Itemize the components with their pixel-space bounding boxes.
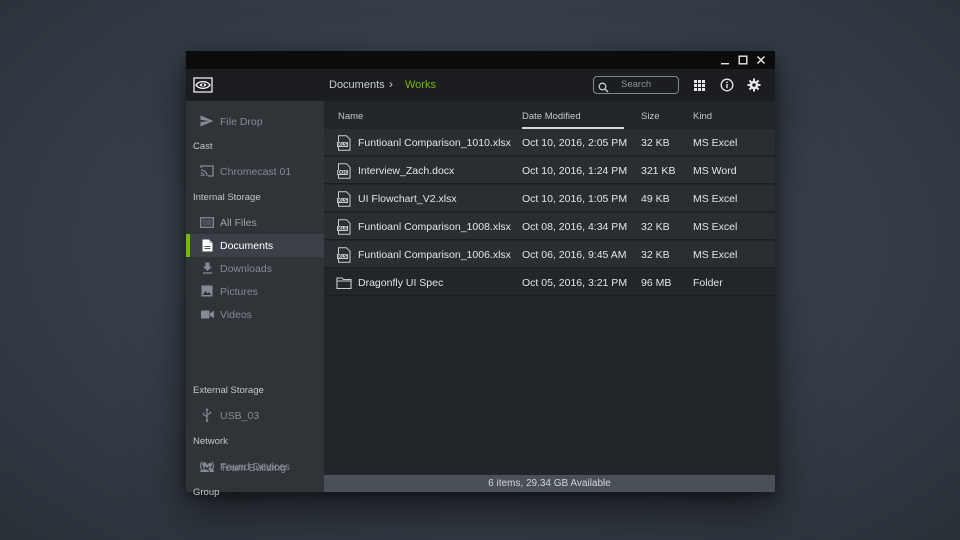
xls-file-icon: XLS xyxy=(336,247,352,263)
svg-text:DOC: DOC xyxy=(337,170,347,176)
file-name: Interview_Zach.docx xyxy=(358,165,455,177)
title-bar xyxy=(186,51,775,69)
sidebar-item-label: Downloads xyxy=(220,262,272,275)
file-size: 96 MB xyxy=(641,277,672,289)
sidebar-item-documents[interactable]: Documents xyxy=(186,234,324,257)
folder-icon xyxy=(336,275,352,291)
file-name: Dragonfly UI Spec xyxy=(358,277,444,289)
table-row[interactable]: DOC Interview_Zach.docx Oct 10, 2016, 1:… xyxy=(324,157,775,184)
file-kind: MS Word xyxy=(693,165,737,177)
search-input[interactable]: Search xyxy=(593,76,679,94)
grid-view-icon[interactable] xyxy=(691,77,707,93)
file-date: Oct 08, 2016, 4:34 PM xyxy=(522,221,628,233)
column-header-kind[interactable]: Kind xyxy=(693,111,712,122)
sidebar-item-label: File Drop xyxy=(220,115,263,128)
tablet-icon xyxy=(200,215,214,229)
search-placeholder: Search xyxy=(621,79,652,90)
sidebar-item-team-building[interactable]: Team Building xyxy=(186,456,324,479)
table-row[interactable]: XLS Funtioanl Comparison_1008.xlsx Oct 0… xyxy=(324,213,775,240)
breadcrumb-documents[interactable]: Documents xyxy=(329,78,385,92)
xls-file-icon: XLS xyxy=(336,219,352,235)
doc-file-icon: DOC xyxy=(336,163,352,179)
file-date: Oct 10, 2016, 2:05 PM xyxy=(522,137,628,149)
usb-icon xyxy=(200,408,214,422)
sidebar-item-chromecast[interactable]: Chromecast 01 xyxy=(186,160,324,183)
svg-text:XLS: XLS xyxy=(338,142,347,148)
sidebar-item-file-drop[interactable]: File Drop xyxy=(186,110,324,133)
sidebar-item-label: Team Building xyxy=(220,461,286,474)
section-title-external-storage: External Storage xyxy=(193,385,264,396)
maximize-icon[interactable] xyxy=(736,53,750,67)
file-date: Oct 06, 2016, 9:45 AM xyxy=(522,249,627,261)
info-icon[interactable] xyxy=(719,77,735,93)
header-bar: Documents › Works Search xyxy=(186,69,775,101)
section-title-internal-storage: Internal Storage xyxy=(193,192,261,203)
chevron-right-icon: › xyxy=(389,77,393,91)
breadcrumb-works[interactable]: Works xyxy=(405,78,436,92)
sidebar-item-label: Videos xyxy=(220,308,252,321)
file-size: 32 KB xyxy=(641,221,670,233)
section-title-network: Network xyxy=(193,436,228,447)
file-size: 32 KB xyxy=(641,249,670,261)
file-kind: Folder xyxy=(693,277,723,289)
sidebar-item-label: USB_03 xyxy=(220,409,260,422)
nvidia-eye-logo xyxy=(193,75,213,95)
file-date: Oct 05, 2016, 3:21 PM xyxy=(522,277,628,289)
table-row[interactable]: Dragonfly UI Spec Oct 05, 2016, 3:21 PM … xyxy=(324,269,775,296)
xls-file-icon: XLS xyxy=(336,191,352,207)
sidebar-item-pictures[interactable]: Pictures xyxy=(186,280,324,303)
file-list: Name Date Modified Size Kind XLS Funtioa… xyxy=(324,101,775,475)
file-kind: MS Excel xyxy=(693,193,738,205)
svg-text:XLS: XLS xyxy=(338,226,347,232)
cast-icon xyxy=(200,164,214,178)
file-date: Oct 10, 2016, 1:05 PM xyxy=(522,193,628,205)
sidebar-item-downloads[interactable]: Downloads xyxy=(186,257,324,280)
sidebar-item-videos[interactable]: Videos xyxy=(186,303,324,326)
xls-file-icon: XLS xyxy=(336,135,352,151)
column-header-name[interactable]: Name xyxy=(338,111,363,122)
file-name: Funtioanl Comparison_1006.xlsx xyxy=(358,249,511,261)
sidebar-item-usb[interactable]: USB_03 xyxy=(186,404,324,427)
sidebar-item-label: Documents xyxy=(220,239,274,252)
minimize-icon[interactable] xyxy=(718,53,732,67)
close-icon[interactable] xyxy=(754,53,768,67)
svg-text:XLS: XLS xyxy=(338,254,347,260)
download-icon xyxy=(200,261,214,275)
file-name: Funtioanl Comparison_1010.xlsx xyxy=(358,137,511,149)
document-icon xyxy=(200,238,214,252)
file-date: Oct 10, 2016, 1:24 PM xyxy=(522,165,628,177)
column-header-size[interactable]: Size xyxy=(641,111,659,122)
send-icon xyxy=(200,114,214,128)
file-size: 32 KB xyxy=(641,137,670,149)
file-name: Funtioanl Comparison_1008.xlsx xyxy=(358,221,511,233)
sidebar-item-label: Chromecast 01 xyxy=(220,165,292,178)
file-kind: MS Excel xyxy=(693,137,738,149)
file-manager-window: Documents › Works Search File Drop Cast … xyxy=(186,51,775,498)
file-size: 321 KB xyxy=(641,165,676,177)
table-row[interactable]: XLS Funtioanl Comparison_1006.xlsx Oct 0… xyxy=(324,241,775,268)
section-title-cast: Cast xyxy=(193,141,213,152)
sidebar-item-label: All Files xyxy=(220,216,257,229)
file-size: 49 KB xyxy=(641,193,670,205)
file-kind: MS Excel xyxy=(693,249,738,261)
file-kind: MS Excel xyxy=(693,221,738,233)
status-bar: 6 items, 29.34 GB Available xyxy=(324,475,775,492)
image-icon xyxy=(200,284,214,298)
table-row[interactable]: XLS UI Flowchart_V2.xlsx Oct 10, 2016, 1… xyxy=(324,185,775,212)
table-row[interactable]: XLS Funtioanl Comparison_1010.xlsx Oct 1… xyxy=(324,129,775,156)
search-icon xyxy=(598,80,609,98)
sidebar-item-label: Pictures xyxy=(220,285,258,298)
section-title-group: Group xyxy=(193,487,220,498)
gear-icon[interactable] xyxy=(746,77,762,93)
video-icon xyxy=(200,307,214,321)
svg-text:XLS: XLS xyxy=(338,198,347,204)
column-header-date-modified[interactable]: Date Modified xyxy=(522,111,581,122)
sidebar: File Drop Cast Chromecast 01 Internal St… xyxy=(186,101,324,498)
people-icon xyxy=(200,460,214,474)
sidebar-item-all-files[interactable]: All Files xyxy=(186,211,324,234)
file-name: UI Flowchart_V2.xlsx xyxy=(358,193,457,205)
